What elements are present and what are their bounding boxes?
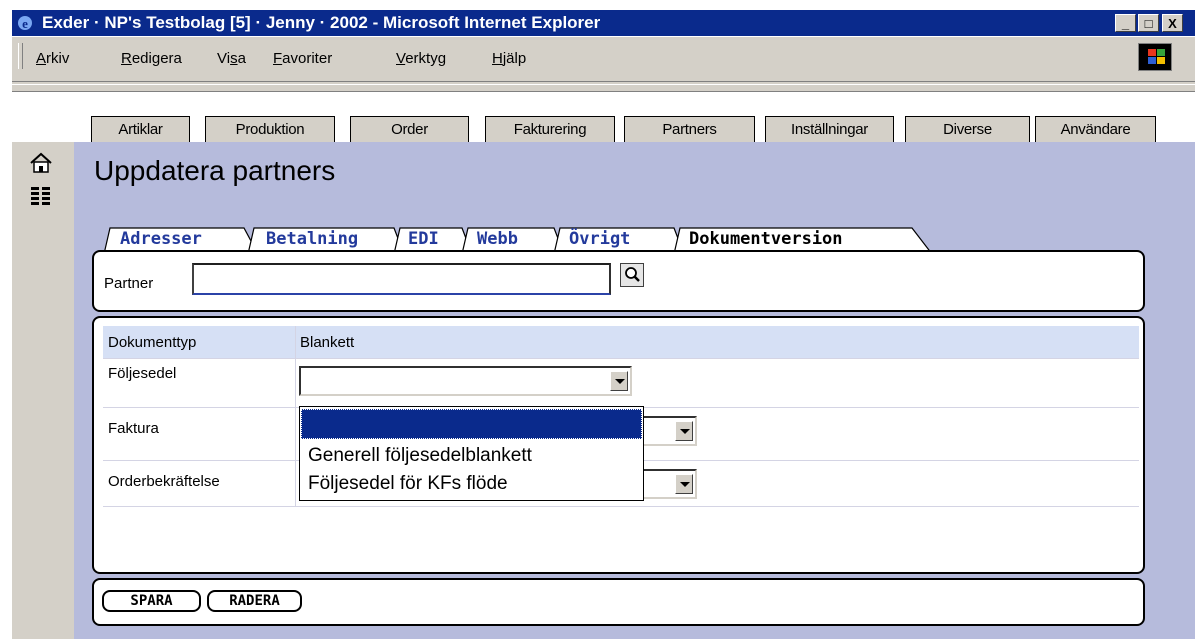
header-dokumenttyp: Dokumenttyp: [108, 334, 197, 351]
header-blankett: Blankett: [300, 334, 355, 351]
nav-tab-diverse[interactable]: Diverse: [905, 116, 1030, 142]
sub-tab-edi[interactable]: EDI: [408, 227, 439, 252]
dropdown-option-blank[interactable]: [301, 409, 642, 439]
close-button[interactable]: X: [1162, 14, 1183, 32]
row-label-foljesedel: Följesedel: [108, 365, 177, 382]
foljesedel-dropdown-list: Generell följesedelblankett Följesedel f…: [299, 406, 644, 501]
chevron-down-icon[interactable]: [610, 371, 628, 391]
column-divider: [295, 326, 296, 506]
svg-text:e: e: [22, 16, 28, 31]
menu-separator: [12, 81, 1195, 85]
maximize-button[interactable]: □: [1138, 14, 1159, 32]
dropdown-option-generell[interactable]: Generell följesedelblankett: [308, 445, 532, 467]
sub-tab-betalning[interactable]: Betalning: [266, 227, 358, 252]
sub-tab-ovrigt[interactable]: Övrigt: [569, 227, 630, 252]
menu-bar: Arkiv Redigera Visa Favoriter Verktyg Hj…: [12, 37, 1195, 92]
menu-visa[interactable]: Visa: [217, 50, 246, 67]
minimize-button[interactable]: _: [1115, 14, 1136, 32]
internet-explorer-icon: e: [18, 16, 32, 31]
app-area: Artiklar Produktion Order Fakturering Pa…: [12, 92, 1195, 639]
partner-input[interactable]: [192, 263, 611, 295]
nav-tab-artiklar[interactable]: Artiklar: [91, 116, 190, 142]
nav-tab-anvandare[interactable]: Användare: [1035, 116, 1156, 142]
window-titlebar: e Exder · NP's Testbolag [5] · Jenny · 2…: [12, 10, 1195, 36]
foljesedel-select[interactable]: [299, 366, 632, 396]
sub-tab-dokumentversion[interactable]: Dokumentversion: [689, 227, 843, 252]
dropdown-option-kfs-flode[interactable]: Följesedel för KFs flöde: [308, 473, 508, 495]
sub-tab-webb[interactable]: Webb: [477, 227, 518, 252]
menu-favoriter[interactable]: Favoriter: [273, 50, 332, 67]
menu-hjalp[interactable]: Hjälp: [492, 50, 526, 67]
row-label-orderbekraftelse: Orderbekräftelse: [108, 473, 220, 490]
magnifier-icon: [625, 267, 640, 282]
nav-tab-order[interactable]: Order: [350, 116, 469, 142]
list-icon[interactable]: [28, 184, 54, 206]
toolbar-grip[interactable]: [18, 43, 23, 69]
menu-redigera[interactable]: Redigera: [121, 50, 182, 67]
chevron-down-icon[interactable]: [675, 421, 693, 441]
home-icon[interactable]: [28, 152, 54, 174]
menu-arkiv[interactable]: Arkiv: [36, 50, 69, 67]
row-label-faktura: Faktura: [108, 420, 159, 437]
search-button[interactable]: [620, 263, 644, 287]
partner-label: Partner: [104, 275, 154, 292]
menu-verktyg[interactable]: Verktyg: [396, 50, 446, 67]
nav-tab-partners[interactable]: Partners: [624, 116, 755, 142]
main-nav: Artiklar Produktion Order Fakturering Pa…: [12, 92, 1195, 142]
sub-tab-adresser[interactable]: Adresser: [120, 227, 202, 252]
window-title: Exder · NP's Testbolag [5] · Jenny · 200…: [42, 13, 601, 32]
save-button[interactable]: SPARA: [102, 590, 201, 612]
table-header-row: Dokumenttyp Blankett: [103, 326, 1139, 359]
chevron-down-icon[interactable]: [675, 474, 693, 494]
windows-logo-icon: [1138, 43, 1172, 71]
page-title: Uppdatera partners: [94, 155, 336, 186]
nav-tab-produktion[interactable]: Produktion: [205, 116, 335, 142]
nav-tab-fakturering[interactable]: Fakturering: [485, 116, 615, 142]
nav-tab-installningar[interactable]: Inställningar: [765, 116, 894, 142]
sidebar: [12, 142, 74, 639]
delete-button[interactable]: RADERA: [207, 590, 302, 612]
